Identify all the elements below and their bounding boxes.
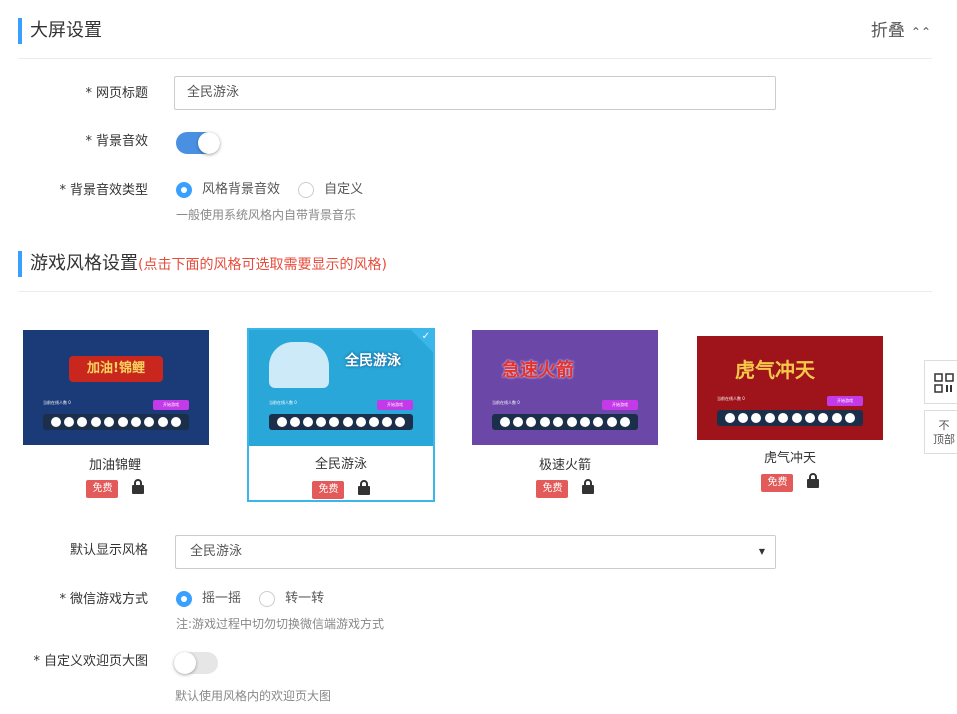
style-card-jinli[interactable]: 加油!锦鲤 当前在线人数 0 开始游戏 加油锦鲤 免费 xyxy=(22,330,209,500)
lock-icon xyxy=(581,479,594,498)
style-meta: 免费 xyxy=(472,478,658,498)
style-card-swim[interactable]: 全民游泳 当前在线人数 0 开始游戏 ✓ 全民游泳 免费 xyxy=(247,328,435,502)
qrcode-button[interactable] xyxy=(924,360,957,404)
welcome-image-toggle[interactable] xyxy=(174,652,218,674)
style-thumbnail: 全民游泳 当前在线人数 0 开始游戏 ✓ xyxy=(249,330,433,446)
swimmer-art xyxy=(269,342,329,388)
default-style-label: 默认显示风格 xyxy=(69,543,148,558)
page-title-label: * 网页标题 xyxy=(85,86,148,101)
free-badge: 免费 xyxy=(536,479,569,498)
free-badge: 免费 xyxy=(761,473,794,492)
section-accent-bar xyxy=(18,18,22,44)
style-thumbnail: 加油!锦鲤 当前在线人数 0 开始游戏 xyxy=(23,330,209,445)
style-name: 虎气冲天 xyxy=(763,451,816,466)
radio-custom-sound[interactable] xyxy=(298,182,315,198)
back-to-top-button[interactable]: 不 顶部 xyxy=(924,410,957,454)
fold-button[interactable]: 折叠 ⌃⌃ xyxy=(871,20,931,43)
page-title-input[interactable]: 全民游泳 xyxy=(174,76,776,110)
thumb-dots xyxy=(717,410,863,426)
bg-sound-type-label: * 背景音效类型 xyxy=(59,183,148,198)
thumb-title: 加油!锦鲤 xyxy=(69,356,163,382)
free-badge: 免费 xyxy=(312,480,345,499)
style-thumbnail: 急速火箭 当前在线人数 0 开始游戏 xyxy=(472,330,658,445)
bg-sound-label: * 背景音效 xyxy=(85,134,148,149)
style-meta: 免费 xyxy=(22,478,208,498)
bg-sound-toggle[interactable] xyxy=(176,132,220,154)
style-name: 加油锦鲤 xyxy=(88,458,141,473)
radio-rotate[interactable] xyxy=(259,591,276,607)
radio-shake[interactable] xyxy=(176,591,192,607)
lock-icon xyxy=(131,479,144,498)
section-divider xyxy=(18,291,932,292)
welcome-image-hint: 默认使用风格内的欢迎页大图 xyxy=(175,689,332,703)
fold-label: 折叠 xyxy=(870,21,905,41)
back-to-top-label-2: 顶部 xyxy=(933,433,955,446)
caret-down-icon: ▼ xyxy=(758,547,765,556)
wechat-mode-label: * 微信游戏方式 xyxy=(59,592,148,607)
thumb-title: 全民游泳 xyxy=(345,353,401,369)
style-card-rocket[interactable]: 急速火箭 当前在线人数 0 开始游戏 极速火箭 免费 xyxy=(472,330,658,500)
welcome-image-label: * 自定义欢迎页大图 xyxy=(33,654,148,669)
lock-icon xyxy=(806,473,819,492)
thumb-title: 虎气冲天 xyxy=(735,358,815,382)
check-icon: ✓ xyxy=(421,331,430,342)
style-card-tiger[interactable]: 虎气冲天 当前在线人数 0 开始游戏 虎气冲天 免费 xyxy=(697,336,883,496)
default-style-select[interactable]: 全民游泳 ▼ xyxy=(175,535,776,569)
section-accent-bar xyxy=(18,251,22,277)
chevron-up-double-icon: ⌃⌃ xyxy=(910,25,931,39)
free-badge: 免费 xyxy=(86,479,119,498)
section-title: 游戏风格设置(点击下面的风格可选取需要显示的风格) xyxy=(30,253,387,274)
toggle-knob xyxy=(174,652,196,674)
thumb-dots xyxy=(43,414,189,430)
bg-sound-type-radios: 风格背景音效 自定义 xyxy=(176,181,377,200)
style-name: 极速火箭 xyxy=(538,458,591,473)
wechat-mode-hint: 注:游戏过程中切勿切换微信端游戏方式 xyxy=(176,617,385,631)
thumb-dots xyxy=(492,414,638,430)
section-title: 大屏设置 xyxy=(30,20,102,41)
radio-rotate-label: 转一转 xyxy=(285,591,325,606)
radio-custom-sound-label: 自定义 xyxy=(324,182,364,197)
style-meta: 免费 xyxy=(697,472,883,492)
qrcode-icon xyxy=(934,373,954,397)
radio-shake-label: 摇一摇 xyxy=(202,591,242,606)
back-to-top-label-1: 不 xyxy=(938,419,950,432)
style-meta: 免费 xyxy=(249,479,433,499)
radio-style-sound[interactable] xyxy=(176,182,192,198)
section-note: (点击下面的风格可选取需要显示的风格) xyxy=(138,257,387,273)
style-name: 全民游泳 xyxy=(314,457,367,472)
thumb-dots xyxy=(269,414,413,430)
toggle-knob xyxy=(198,132,220,154)
section-divider xyxy=(18,58,932,59)
bg-sound-hint: 一般使用系统风格内自带背景音乐 xyxy=(176,208,357,222)
thumb-title: 急速火箭 xyxy=(502,360,574,381)
default-style-value: 全民游泳 xyxy=(190,544,243,559)
lock-icon xyxy=(357,480,370,499)
wechat-mode-radios: 摇一摇 转一转 xyxy=(176,590,338,609)
radio-style-sound-label: 风格背景音效 xyxy=(202,182,281,197)
style-thumbnail: 虎气冲天 当前在线人数 0 开始游戏 xyxy=(697,336,883,440)
